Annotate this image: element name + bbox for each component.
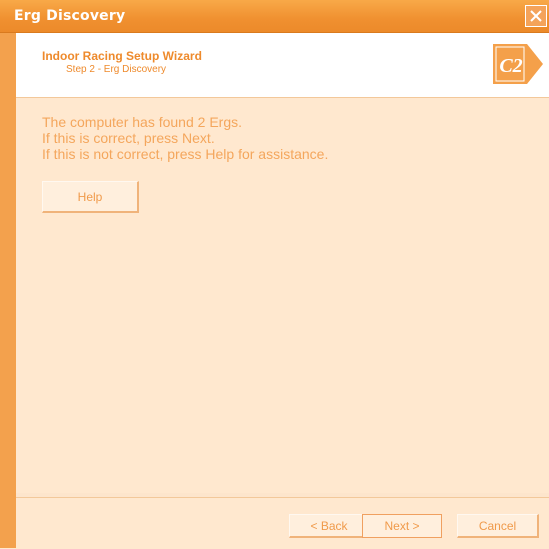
message-line-3: If this is not correct, press Help for a… bbox=[42, 146, 329, 162]
left-border bbox=[0, 33, 16, 548]
logo-text: C2 bbox=[499, 55, 522, 77]
wizard-title: Indoor Racing Setup Wizard bbox=[42, 49, 202, 63]
message-line-2: If this is correct, press Next. bbox=[42, 130, 215, 146]
cancel-button[interactable]: Cancel bbox=[457, 514, 539, 538]
wizard-step: Step 2 - Erg Discovery bbox=[66, 64, 167, 75]
close-button[interactable] bbox=[525, 5, 547, 27]
concept2-logo-icon: C2 bbox=[493, 44, 543, 84]
window-title: Erg Discovery bbox=[14, 8, 126, 24]
title-bar: Erg Discovery bbox=[0, 0, 549, 33]
close-icon bbox=[530, 10, 542, 22]
back-button[interactable]: < Back bbox=[289, 514, 370, 538]
content-area: The computer has found 2 Ergs. If this i… bbox=[16, 98, 549, 493]
next-button[interactable]: Next > bbox=[362, 514, 442, 538]
help-button[interactable]: Help bbox=[42, 181, 139, 213]
message-line-1: The computer has found 2 Ergs. bbox=[42, 114, 242, 130]
wizard-window: Erg Discovery Indoor Racing Setup Wizard… bbox=[0, 0, 549, 549]
discovery-message: The computer has found 2 Ergs. If this i… bbox=[42, 114, 328, 162]
wizard-header: Indoor Racing Setup Wizard Step 2 - Erg … bbox=[16, 33, 549, 98]
